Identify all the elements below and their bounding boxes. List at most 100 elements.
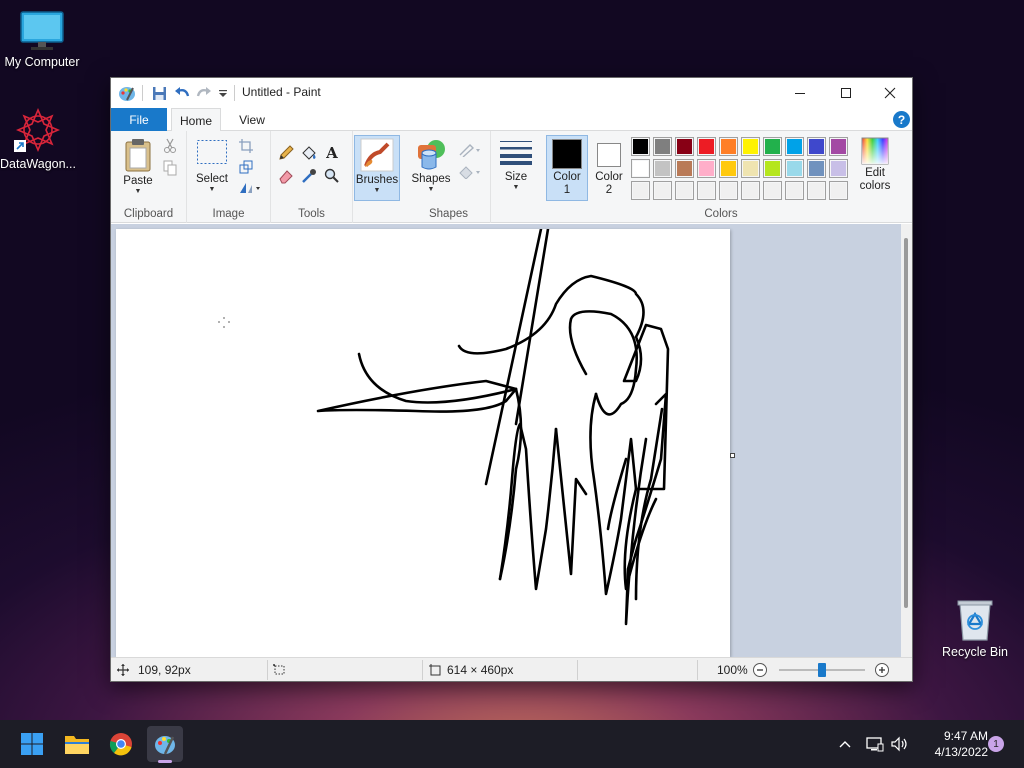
palette-swatch[interactable] — [829, 137, 848, 156]
palette-swatch[interactable] — [741, 159, 760, 178]
chevron-down-icon: ▼ — [373, 187, 381, 194]
paint-app-icon[interactable] — [117, 83, 137, 103]
datawagon-logo-icon — [14, 107, 61, 153]
tab-file[interactable]: File — [111, 108, 167, 131]
redo-icon[interactable] — [194, 83, 214, 103]
edit-colors-label-1: Edit — [865, 167, 885, 179]
group-image: Select ▼ Image — [187, 131, 271, 223]
palette-swatch[interactable] — [653, 159, 672, 178]
palette-swatch[interactable] — [785, 137, 804, 156]
palette-swatch[interactable] — [785, 159, 804, 178]
palette-swatch[interactable] — [697, 181, 716, 200]
taskbar-paint[interactable] — [147, 726, 183, 763]
palette-swatch[interactable] — [653, 181, 672, 200]
desktop-icon-label: DataWagon... — [0, 157, 76, 171]
eraser-icon[interactable] — [277, 167, 295, 185]
resize-icon[interactable] — [237, 158, 255, 176]
fill-bucket-icon[interactable] — [300, 144, 318, 162]
palette-swatch[interactable] — [719, 137, 738, 156]
crop-icon[interactable] — [237, 137, 255, 155]
outline-icon — [457, 141, 483, 159]
canvas-resize-handle[interactable] — [730, 453, 735, 458]
chevron-down-icon: ▼ — [208, 186, 216, 193]
canvas-area — [111, 224, 912, 657]
save-icon[interactable] — [149, 83, 169, 103]
group-clipboard: Paste ▼ Clipboard — [111, 131, 187, 223]
desktop-icon-datawagon[interactable]: DataWagon... — [0, 106, 80, 171]
palette-swatch[interactable] — [719, 159, 738, 178]
palette-swatch[interactable] — [697, 137, 716, 156]
title-bar: Untitled - Paint — [111, 78, 912, 108]
group-brushes: Brushes ▼ — [353, 131, 407, 223]
vertical-scrollbar[interactable] — [901, 224, 912, 657]
palette-swatch[interactable] — [763, 137, 782, 156]
palette-swatch[interactable] — [697, 159, 716, 178]
zoom-in-icon — [875, 663, 889, 677]
brush-icon — [360, 138, 394, 172]
cut-icon[interactable] — [161, 137, 179, 155]
cursor-position: 109, 92px — [117, 658, 191, 682]
zoom-slider[interactable] — [779, 663, 865, 677]
minimize-button[interactable] — [777, 78, 823, 107]
taskbar-chrome[interactable] — [103, 726, 139, 762]
color-picker-icon[interactable] — [300, 167, 318, 185]
line-size-icon — [500, 141, 532, 165]
rotate-icon[interactable] — [237, 179, 263, 197]
pencil-icon[interactable] — [277, 144, 295, 162]
palette-swatch[interactable] — [741, 137, 760, 156]
tab-view[interactable]: View — [227, 108, 277, 131]
scrollbar-thumb[interactable] — [904, 238, 908, 608]
palette-swatch[interactable] — [631, 159, 650, 178]
close-button[interactable] — [867, 78, 913, 107]
zoom-out-button[interactable] — [752, 658, 768, 682]
desktop-icon-my-computer[interactable]: My Computer — [0, 10, 84, 69]
drawing-canvas[interactable] — [116, 229, 730, 657]
ribbon: Paste ▼ Clipboard Select ▼ Image A Tools… — [111, 131, 912, 223]
palette-swatch[interactable] — [785, 181, 804, 200]
volume-icon[interactable] — [891, 720, 909, 768]
size-button[interactable]: Size ▼ — [497, 139, 535, 192]
desktop-icon-recycle-bin[interactable]: Recycle Bin — [933, 598, 1017, 659]
notification-badge[interactable]: 1 — [988, 736, 1004, 752]
palette-swatch[interactable] — [631, 181, 650, 200]
undo-icon[interactable] — [172, 83, 192, 103]
zoom-slider-thumb[interactable] — [818, 663, 826, 677]
palette-swatch[interactable] — [631, 137, 650, 156]
start-button[interactable] — [14, 726, 50, 762]
color-1-button[interactable]: Color 1 — [546, 135, 588, 201]
palette-swatch[interactable] — [675, 137, 694, 156]
customize-quick-access-icon[interactable] — [213, 83, 233, 103]
tab-home[interactable]: Home — [171, 108, 221, 132]
network-icon[interactable] — [866, 720, 884, 768]
brushes-button[interactable]: Brushes ▼ — [354, 135, 400, 201]
maximize-button[interactable] — [823, 78, 869, 107]
palette-swatch[interactable] — [653, 137, 672, 156]
zoom-in-button[interactable] — [874, 658, 890, 682]
help-button[interactable]: ? — [893, 111, 910, 128]
palette-swatch[interactable] — [763, 181, 782, 200]
shapes-button[interactable]: Shapes ▼ — [411, 137, 451, 194]
palette-swatch[interactable] — [829, 159, 848, 178]
palette-swatch[interactable] — [807, 137, 826, 156]
select-button[interactable]: Select ▼ — [193, 139, 231, 194]
palette-swatch[interactable] — [719, 181, 738, 200]
edit-colors-button[interactable]: Edit colors — [855, 137, 895, 193]
select-label: Select — [196, 173, 228, 185]
palette-swatch[interactable] — [741, 181, 760, 200]
taskbar-clock[interactable]: 9:47 AM 4/13/2022 — [918, 728, 988, 760]
color-2-button[interactable]: Color 2 — [590, 135, 628, 201]
palette-swatch[interactable] — [675, 159, 694, 178]
close-icon — [884, 87, 896, 98]
magnifier-icon[interactable] — [323, 167, 341, 185]
maximize-icon — [841, 87, 851, 98]
taskbar-file-explorer[interactable] — [59, 726, 95, 762]
text-tool-icon[interactable]: A — [323, 144, 341, 162]
palette-swatch[interactable] — [807, 181, 826, 200]
palette-swatch[interactable] — [675, 181, 694, 200]
copy-icon[interactable] — [161, 159, 179, 177]
paste-button[interactable]: Paste ▼ — [119, 137, 157, 196]
palette-swatch[interactable] — [829, 181, 848, 200]
palette-swatch[interactable] — [807, 159, 826, 178]
show-hidden-icons[interactable] — [838, 720, 852, 768]
palette-swatch[interactable] — [763, 159, 782, 178]
